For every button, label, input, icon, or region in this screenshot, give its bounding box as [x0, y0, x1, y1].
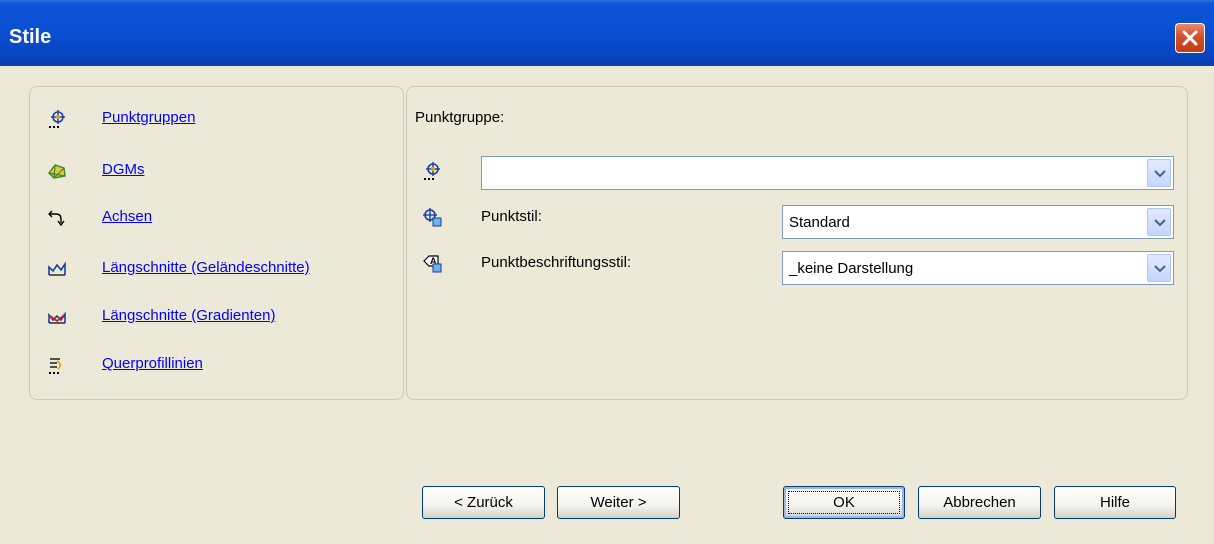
details-panel: Punktgruppe: Punktstil: Standard A Punkt…: [406, 86, 1188, 400]
point-group-select[interactable]: [481, 156, 1174, 190]
label-style-icon: A: [423, 255, 442, 273]
chevron-down-icon: [1154, 219, 1166, 227]
point-style-value: Standard: [789, 214, 850, 231]
point-style-dropdown-button[interactable]: [1147, 208, 1171, 236]
point-group-icon: [49, 110, 65, 128]
chevron-down-icon: [1154, 265, 1166, 273]
cancel-button[interactable]: Abbrechen: [918, 486, 1041, 519]
alignment-icon: [48, 210, 65, 227]
sidebar-item-label[interactable]: Punktgruppen: [102, 109, 195, 126]
back-button[interactable]: < Zurück: [422, 486, 545, 519]
label-style-label: Punktbeschriftungsstil:: [481, 254, 632, 271]
sidebar-item-punktgruppen[interactable]: Punktgruppen: [30, 107, 400, 131]
sidebar-item-achsen[interactable]: Achsen: [30, 206, 400, 230]
sidebar-item-label[interactable]: Längschnitte (Gradienten): [102, 307, 275, 324]
sidebar-item-dgms[interactable]: DGMs: [30, 159, 400, 183]
next-button[interactable]: Weiter >: [557, 486, 680, 519]
label-style-value: _keine Darstellung: [789, 260, 914, 277]
window-title: Stile: [9, 26, 52, 48]
surface-icon: [48, 164, 66, 179]
sidebar-item-label[interactable]: Querprofillinien: [102, 355, 203, 372]
ok-button[interactable]: OK: [783, 486, 905, 519]
help-button[interactable]: Hilfe: [1054, 486, 1176, 519]
sidebar-item-label[interactable]: DGMs: [102, 161, 145, 178]
sidebar-item-label[interactable]: Achsen: [102, 208, 152, 225]
sidebar-panel: Punktgruppen DGMs Achsen Längschnitte (G…: [29, 86, 404, 400]
profile-ground-icon: [48, 261, 66, 276]
sidebar-item-querprofillinien[interactable]: Querprofillinien: [30, 353, 400, 377]
point-style-label: Punktstil:: [481, 208, 542, 225]
sidebar-item-laengsschnitte-gelaende[interactable]: Längschnitte (Geländeschnitte): [30, 257, 400, 281]
sidebar-item-laengsschnitte-gradienten[interactable]: Längschnitte (Gradienten): [30, 305, 400, 329]
sample-line-icon: [49, 358, 62, 374]
focus-rect: [788, 491, 900, 514]
point-style-select[interactable]: Standard: [782, 205, 1174, 239]
profile-design-icon: [48, 311, 66, 324]
label-style-select[interactable]: _keine Darstellung: [782, 251, 1174, 285]
point-group-heading: Punktgruppe:: [415, 109, 505, 126]
point-group-icon: [424, 162, 440, 180]
point-style-icon: [423, 208, 442, 227]
chevron-down-icon: [1154, 170, 1166, 178]
point-group-dropdown-button[interactable]: [1147, 159, 1171, 187]
label-style-dropdown-button[interactable]: [1147, 254, 1171, 282]
close-icon: [1182, 30, 1198, 46]
close-button[interactable]: [1175, 23, 1205, 53]
sidebar-item-label[interactable]: Längschnitte (Geländeschnitte): [102, 259, 310, 276]
title-bar[interactable]: Stile: [0, 0, 1214, 66]
